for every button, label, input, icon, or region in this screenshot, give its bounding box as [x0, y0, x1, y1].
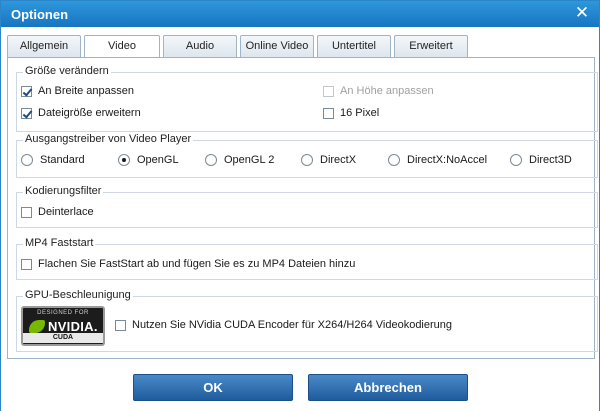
- tab-erweitert[interactable]: Erweitert: [394, 35, 468, 57]
- radio-label: DirectX: [320, 154, 357, 166]
- video-panel: Größe verändern An Breite anpassen An Hö…: [7, 58, 598, 359]
- fit-height-label: An Höhe anpassen: [340, 85, 434, 97]
- tab-audio[interactable]: Audio: [163, 35, 237, 57]
- checkbox-box[interactable]: [323, 107, 334, 119]
- radio-dot[interactable]: [205, 154, 217, 166]
- options-dialog: Optionen ✕ Allgemein Video Audio Online …: [0, 0, 600, 411]
- faststart-label: Flachen Sie FastStart ab und fügen Sie e…: [38, 258, 356, 270]
- radio-dot[interactable]: [510, 154, 522, 166]
- ok-button[interactable]: OK: [133, 374, 293, 401]
- pixel16-label: 16 Pixel: [340, 107, 380, 119]
- radio-direct3d[interactable]: Direct3D: [510, 154, 572, 166]
- radio-standard[interactable]: Standard: [21, 154, 85, 166]
- gpu-group: GPU-Beschleunigung DESIGNED FOR NVIDIA. …: [16, 289, 598, 352]
- cancel-button[interactable]: Abbrechen: [308, 374, 468, 401]
- extend-size-checkbox[interactable]: Dateigröße erweitern: [21, 107, 141, 119]
- cuda-encoder-checkbox[interactable]: Nutzen Sie NVidia CUDA Encoder für X264/…: [115, 319, 452, 331]
- checkbox-box[interactable]: [323, 85, 334, 97]
- radio-label: Direct3D: [529, 154, 572, 166]
- tab-untertitel[interactable]: Untertitel: [317, 35, 391, 57]
- radio-dot[interactable]: [21, 154, 33, 166]
- checkbox-box[interactable]: [21, 206, 32, 218]
- radio-label: OpenGL: [137, 154, 179, 166]
- encoding-group-title: Kodierungsfilter: [23, 185, 104, 197]
- fit-width-checkbox[interactable]: An Breite anpassen: [21, 85, 134, 97]
- window-title: Optionen: [11, 7, 69, 22]
- nvidia-cuda-logo: DESIGNED FOR NVIDIA. CUDA: [21, 306, 105, 346]
- faststart-checkbox[interactable]: Flachen Sie FastStart ab und fügen Sie e…: [21, 258, 355, 270]
- nvidia-badge-top: DESIGNED FOR: [37, 310, 89, 316]
- nvidia-brand: NVIDIA.: [48, 319, 98, 334]
- checkbox-box[interactable]: [21, 107, 32, 119]
- radio-dot[interactable]: [118, 154, 130, 166]
- radio-label: DirectX:NoAccel: [407, 154, 488, 166]
- checkbox-box[interactable]: [21, 85, 32, 97]
- resize-group: Größe verändern An Breite anpassen An Hö…: [16, 65, 598, 132]
- nvidia-cuda-label: CUDA: [23, 333, 103, 343]
- driver-group-title: Ausgangstreiber von Video Player: [23, 133, 194, 145]
- title-bar: Optionen ✕: [1, 1, 599, 27]
- tab-video[interactable]: Video: [84, 35, 160, 58]
- checkbox-box[interactable]: [115, 319, 126, 331]
- fit-width-label: An Breite anpassen: [38, 85, 135, 97]
- tab-bar: Allgemein Video Audio Online Video Unter…: [7, 35, 595, 58]
- nvidia-eye-icon: [29, 320, 45, 333]
- gpu-group-title: GPU-Beschleunigung: [23, 289, 133, 301]
- fit-height-checkbox[interactable]: An Höhe anpassen: [323, 85, 434, 97]
- tab-allgemein[interactable]: Allgemein: [7, 35, 81, 57]
- cuda-encoder-label: Nutzen Sie NVidia CUDA Encoder für X264/…: [132, 319, 453, 331]
- radio-label: OpenGL 2: [224, 154, 275, 166]
- radio-directx[interactable]: DirectX: [301, 154, 356, 166]
- checkbox-box[interactable]: [21, 258, 32, 270]
- pixel16-checkbox[interactable]: 16 Pixel: [323, 107, 379, 119]
- encoding-group: Kodierungsfilter Deinterlace: [16, 185, 598, 228]
- tab-online-video[interactable]: Online Video: [240, 35, 314, 57]
- radio-label: Standard: [40, 154, 85, 166]
- button-bar: OK Abbrechen: [1, 363, 599, 411]
- deinterlace-checkbox[interactable]: Deinterlace: [21, 206, 94, 218]
- faststart-group: MP4 Faststart Flachen Sie FastStart ab u…: [16, 237, 598, 280]
- resize-group-title: Größe verändern: [23, 65, 111, 77]
- radio-directx-noaccel[interactable]: DirectX:NoAccel: [388, 154, 487, 166]
- extend-size-label: Dateigröße erweitern: [38, 107, 141, 119]
- radio-opengl[interactable]: OpenGL: [118, 154, 179, 166]
- driver-group: Ausgangstreiber von Video Player Standar…: [16, 133, 598, 178]
- radio-dot[interactable]: [301, 154, 313, 166]
- close-icon[interactable]: ✕: [573, 4, 591, 22]
- deinterlace-label: Deinterlace: [38, 206, 94, 218]
- radio-opengl2[interactable]: OpenGL 2: [205, 154, 274, 166]
- faststart-group-title: MP4 Faststart: [23, 237, 96, 249]
- radio-dot[interactable]: [388, 154, 400, 166]
